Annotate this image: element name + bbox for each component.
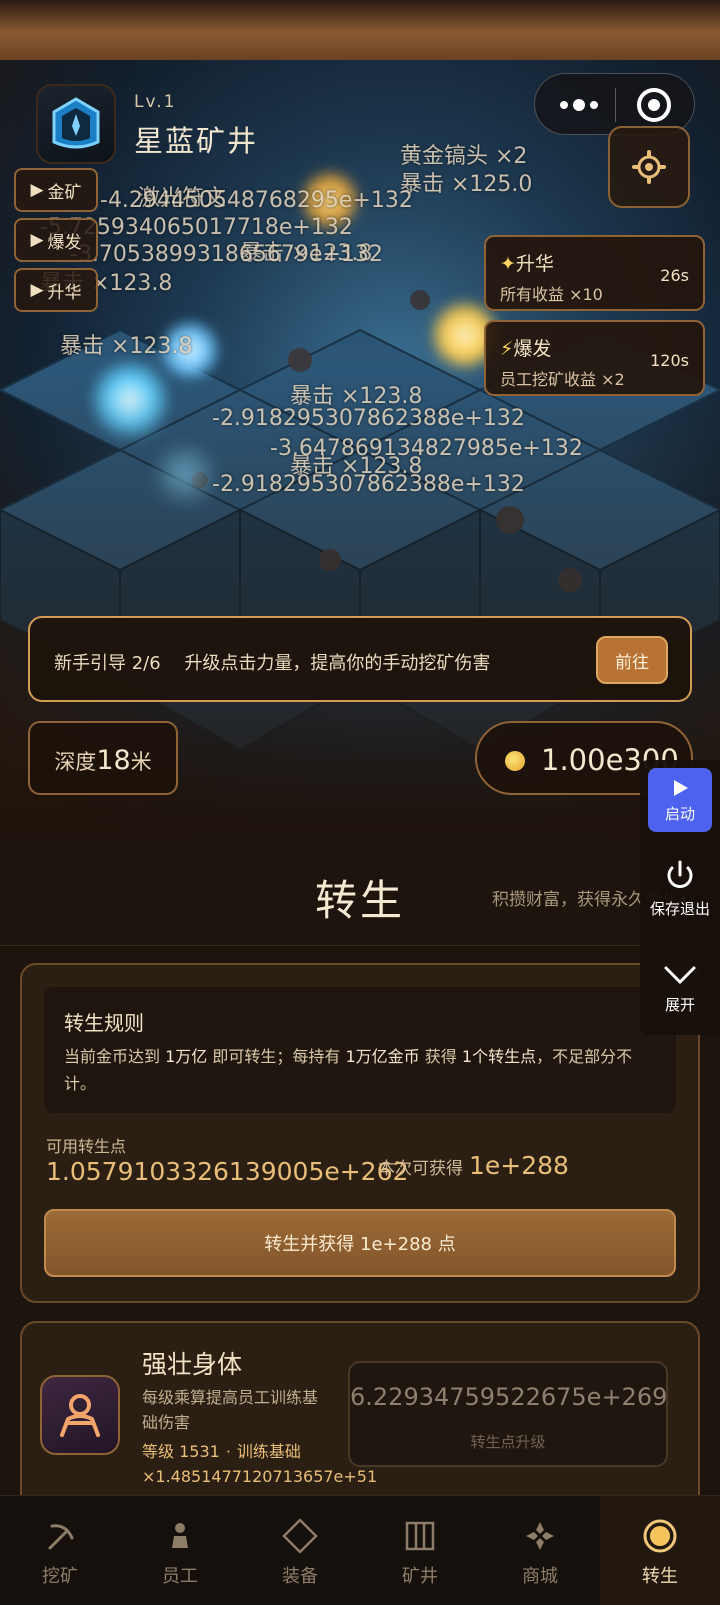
- worker-icon: [160, 1516, 200, 1556]
- play-icon: ▶: [30, 230, 44, 250]
- damage-text: -2.9182953078623​88e+132: [212, 472, 525, 497]
- power-icon: [667, 860, 693, 888]
- available-points-value: 1.0579103326139005e+262: [46, 1157, 409, 1186]
- chevron-down-icon: [664, 966, 696, 985]
- depth-unit: 米: [130, 750, 152, 774]
- buff-card-burst[interactable]: ⚡爆发 员工挖矿收益 ×2 120s: [484, 320, 705, 396]
- damage-text: -4.2944505487682​95e+132: [100, 188, 413, 213]
- depth-label: 深度: [54, 750, 97, 774]
- buff-card-sublimation[interactable]: ✦升华 所有收益 ×10 26s: [484, 235, 705, 311]
- gain-points-label: 本次可获得: [378, 1159, 463, 1179]
- settings-button[interactable]: [608, 126, 690, 208]
- tutorial-guide: 新手引导 2/6 升级点击力量，提高你的手动挖矿伤害 前往: [28, 616, 692, 702]
- nav-tab-workers[interactable]: 员工: [120, 1496, 240, 1605]
- depth-indicator: 深度 18 米: [28, 721, 178, 795]
- damage-text: -2.9182953078623​88e+132: [212, 406, 525, 431]
- rules-text: 当前金币达到 1万亿 即可转生；每持有 1万亿金币 获得 1个转生点，不足部分不…: [64, 1047, 633, 1093]
- upgrade-button[interactable]: 6.22934759522675e+269 转生点升级: [348, 1361, 668, 1467]
- upgrade-card: 强壮身体 每级乘算提高员工训练基础伤害 等级 1531 · 训练基础 ×1.4851…: [20, 1321, 700, 1495]
- crit-text: 暴击 ×125.0: [400, 172, 533, 197]
- bottom-nav: 挖矿 员工 装备 矿井 商城 转生: [0, 1495, 720, 1605]
- floating-control-panel: 启动 保存退出 展开: [640, 760, 720, 1035]
- guide-text: 升级点击力量，提高你的手动挖矿伤害: [184, 653, 491, 674]
- close-program-button[interactable]: [637, 88, 671, 122]
- rebirth-page: 转生 积攒财富，获得永久强化 转生规则 当前金币达到 1万亿 即可转生；每持有 …: [0, 835, 720, 1495]
- divider: [0, 945, 720, 946]
- nav-tab-equipment[interactable]: 装备: [240, 1496, 360, 1605]
- damage-text: -3.7053899318656​79e+132: [70, 242, 383, 267]
- pickaxe-icon: [40, 1516, 80, 1556]
- rebirth-card: 转生规则 当前金币达到 1万亿 即可转生；每持有 1万亿金币 获得 1个转生点，…: [20, 963, 700, 1303]
- depth-value: 18: [96, 745, 131, 776]
- burst-button[interactable]: ▶ 爆发: [14, 218, 98, 262]
- available-points-label: 可用转生点: [46, 1137, 127, 1156]
- rules-box: 转生规则 当前金币达到 1万亿 即可转生；每持有 1万亿金币 获得 1个转生点，…: [44, 987, 676, 1113]
- gear-icon: [632, 150, 666, 184]
- buff-desc: 员工挖矿收益 ×2: [500, 370, 625, 389]
- rules-title: 转生规则: [64, 1011, 144, 1035]
- sublimation-button[interactable]: ▶ 升华: [14, 268, 98, 312]
- play-icon: ▶: [30, 180, 44, 200]
- gain-points: 本次可获得 1e+288: [378, 1151, 569, 1180]
- shop-icon: [520, 1516, 560, 1556]
- lightning-icon: ⚡: [500, 338, 514, 360]
- save-exit-button[interactable]: 保存退出: [640, 858, 720, 919]
- mine-logo-icon: [52, 97, 100, 149]
- more-options-button[interactable]: [549, 74, 609, 136]
- play-icon: [674, 779, 688, 796]
- rebirth-icon: [640, 1516, 680, 1556]
- coin-icon: [505, 751, 525, 771]
- buff-timer: 120s: [650, 351, 689, 370]
- crit-text: 暴击 ×123.8: [60, 334, 193, 359]
- strong-body-icon: [40, 1375, 120, 1455]
- nav-tab-rebirth[interactable]: 转生: [600, 1496, 720, 1605]
- buff-timer: 26s: [660, 266, 689, 285]
- app-level: Lv.1: [134, 92, 177, 112]
- gain-points-value: 1e+288: [469, 1151, 569, 1180]
- damage-text: -3.6478691348279​85e+132: [270, 436, 583, 461]
- gold-mine-button[interactable]: ▶ 金矿: [14, 168, 98, 212]
- diamond-icon: [280, 1516, 320, 1556]
- upgrade-cost-label: 转生点升级: [470, 1433, 546, 1451]
- upgrade-cost: 6.22934759522675e+269: [350, 1383, 668, 1411]
- start-button[interactable]: 启动: [648, 768, 712, 832]
- buff-desc: 所有收益 ×10: [500, 285, 603, 304]
- mine-shaft-icon: [400, 1516, 440, 1556]
- app-logo: [36, 84, 116, 164]
- upgrade-desc: 每级乘算提高员工训练基础伤害: [142, 1388, 319, 1432]
- status-bar: [0, 0, 720, 60]
- play-icon: ▶: [30, 280, 44, 300]
- nav-tab-mine-shaft[interactable]: 矿井: [360, 1496, 480, 1605]
- guide-step: 新手引导 2/6: [54, 653, 161, 674]
- upgrade-name: 强壮身体: [142, 1350, 243, 1379]
- guide-go-button[interactable]: 前往: [596, 636, 668, 684]
- nav-tab-shop[interactable]: 商城: [480, 1496, 600, 1605]
- sparkle-icon: ✦: [500, 253, 516, 275]
- app-title: 星蓝矿井: [134, 124, 259, 158]
- expand-button[interactable]: 展开: [640, 960, 720, 1015]
- nav-tab-mining[interactable]: 挖矿: [0, 1496, 120, 1605]
- rebirth-button[interactable]: 转生并获得 1e+288 点: [44, 1209, 676, 1277]
- upgrade-level: 等级 1531 · 训练基础 ×1.4851477120713657e+51: [142, 1442, 378, 1486]
